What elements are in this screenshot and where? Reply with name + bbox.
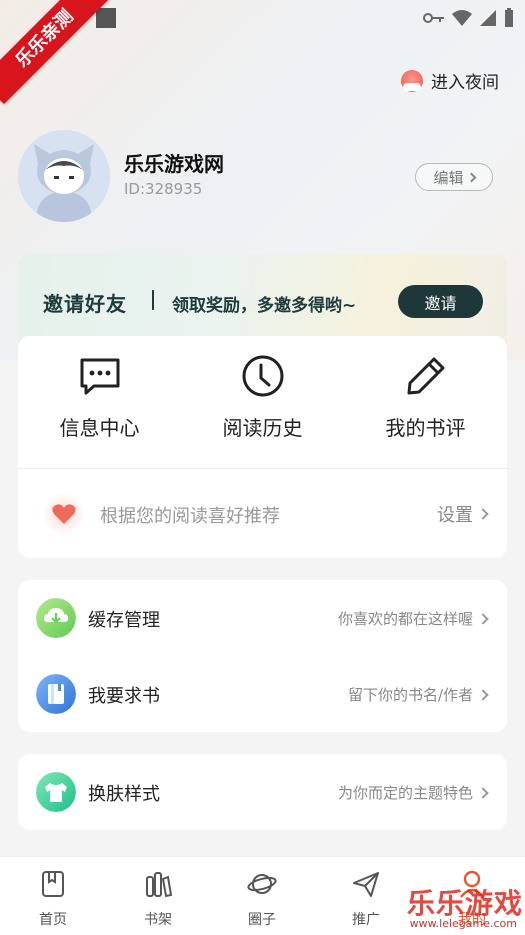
avatar[interactable]	[18, 130, 110, 222]
tab-label: 圈子	[248, 912, 276, 928]
quick-action-label: 我的书评	[385, 416, 466, 440]
download-cloud-icon	[36, 598, 76, 638]
message-icon	[80, 358, 119, 395]
invite-separator	[152, 290, 154, 310]
quick-actions-card: 信息中心 阅读历史 我的书评 根据您的阅读喜好推荐 设置	[18, 336, 507, 558]
quick-action-reviews[interactable]: 我的书评	[344, 354, 507, 441]
battery-icon	[505, 8, 513, 27]
shirt-icon	[36, 772, 76, 812]
menu-item-hint: 为你而定的主题特色	[337, 782, 489, 803]
shelf-icon	[146, 872, 173, 898]
chevron-right-icon	[477, 508, 489, 520]
menu-item-request-book[interactable]: 我要求书 留下你的书名/作者	[18, 656, 507, 732]
heart-icon	[44, 494, 84, 534]
chevron-right-icon	[477, 612, 489, 625]
status-icons	[423, 8, 515, 28]
book-icon	[36, 674, 76, 714]
signal-icon	[480, 10, 496, 26]
menu-item-label: 换肤样式	[88, 784, 160, 805]
tab-label: 首页	[39, 912, 67, 928]
menu-card-1: 缓存管理 你喜欢的都在这样喔 我要求书 留下你的书名/作者	[18, 580, 507, 732]
chevron-right-icon	[466, 172, 476, 182]
quick-action-messages[interactable]: 信息中心	[18, 354, 181, 441]
quick-action-history[interactable]: 阅读历史	[181, 354, 344, 441]
tab-label: 书架	[144, 912, 172, 928]
edit-label: 编辑	[433, 168, 464, 187]
recommend-settings-button[interactable]: 设置	[437, 501, 489, 527]
recommend-settings-label: 设置	[437, 505, 473, 526]
wifi-icon	[452, 10, 472, 26]
notification-icon	[96, 8, 116, 28]
hint-text: 为你而定的主题特色	[337, 784, 473, 802]
watermark-logo: 乐乐游戏	[406, 887, 523, 920]
recommend-row[interactable]: 根据您的阅读喜好推荐 设置	[18, 469, 507, 558]
menu-item-label: 我要求书	[88, 686, 160, 707]
quick-action-label: 阅读历史	[222, 416, 303, 440]
tab-circle[interactable]: 圈子	[222, 869, 302, 929]
menu-item-cache[interactable]: 缓存管理 你喜欢的都在这样喔	[18, 580, 507, 656]
menu-item-hint: 你喜欢的都在这样喔	[337, 608, 489, 629]
invite-button[interactable]: 邀请	[398, 285, 483, 318]
recommend-text: 根据您的阅读喜好推荐	[100, 506, 280, 527]
tab-home[interactable]: 首页	[13, 869, 93, 929]
menu-item-hint: 留下你的书名/作者	[347, 684, 489, 705]
tab-label: 推广	[352, 912, 380, 928]
planet-icon	[247, 874, 277, 894]
weather-icon	[401, 69, 423, 92]
menu-card-2: 换肤样式 为你而定的主题特色	[18, 754, 507, 830]
profile-id: ID:328935	[124, 180, 203, 198]
night-mode-label: 进入夜间	[431, 73, 499, 93]
night-mode-button[interactable]: 进入夜间	[401, 68, 499, 93]
avatar-image	[18, 130, 110, 222]
clock-icon	[242, 355, 283, 397]
invite-title: 邀请好友	[43, 292, 127, 316]
quick-action-label: 信息中心	[59, 416, 140, 440]
menu-item-skin[interactable]: 换肤样式 为你而定的主题特色	[18, 754, 507, 830]
hint-text: 留下你的书名/作者	[347, 686, 473, 704]
chevron-right-icon	[477, 688, 489, 701]
key-icon	[423, 13, 444, 23]
menu-item-label: 缓存管理	[88, 610, 160, 631]
tab-promote[interactable]: 推广	[326, 869, 406, 929]
paper-plane-icon	[353, 872, 379, 897]
pen-icon	[407, 357, 444, 395]
invite-subtitle: 领取奖励，多邀多得哟~	[172, 296, 357, 316]
profile-name: 乐乐游戏网	[124, 152, 224, 176]
hint-text: 你喜欢的都在这样喔	[337, 610, 473, 628]
chevron-right-icon	[477, 786, 489, 799]
tab-bookshelf[interactable]: 书架	[118, 869, 198, 929]
watermark-url: www.lelegame.com	[409, 917, 517, 930]
bookmark-icon	[42, 871, 64, 897]
edit-profile-button[interactable]: 编辑	[415, 163, 493, 191]
